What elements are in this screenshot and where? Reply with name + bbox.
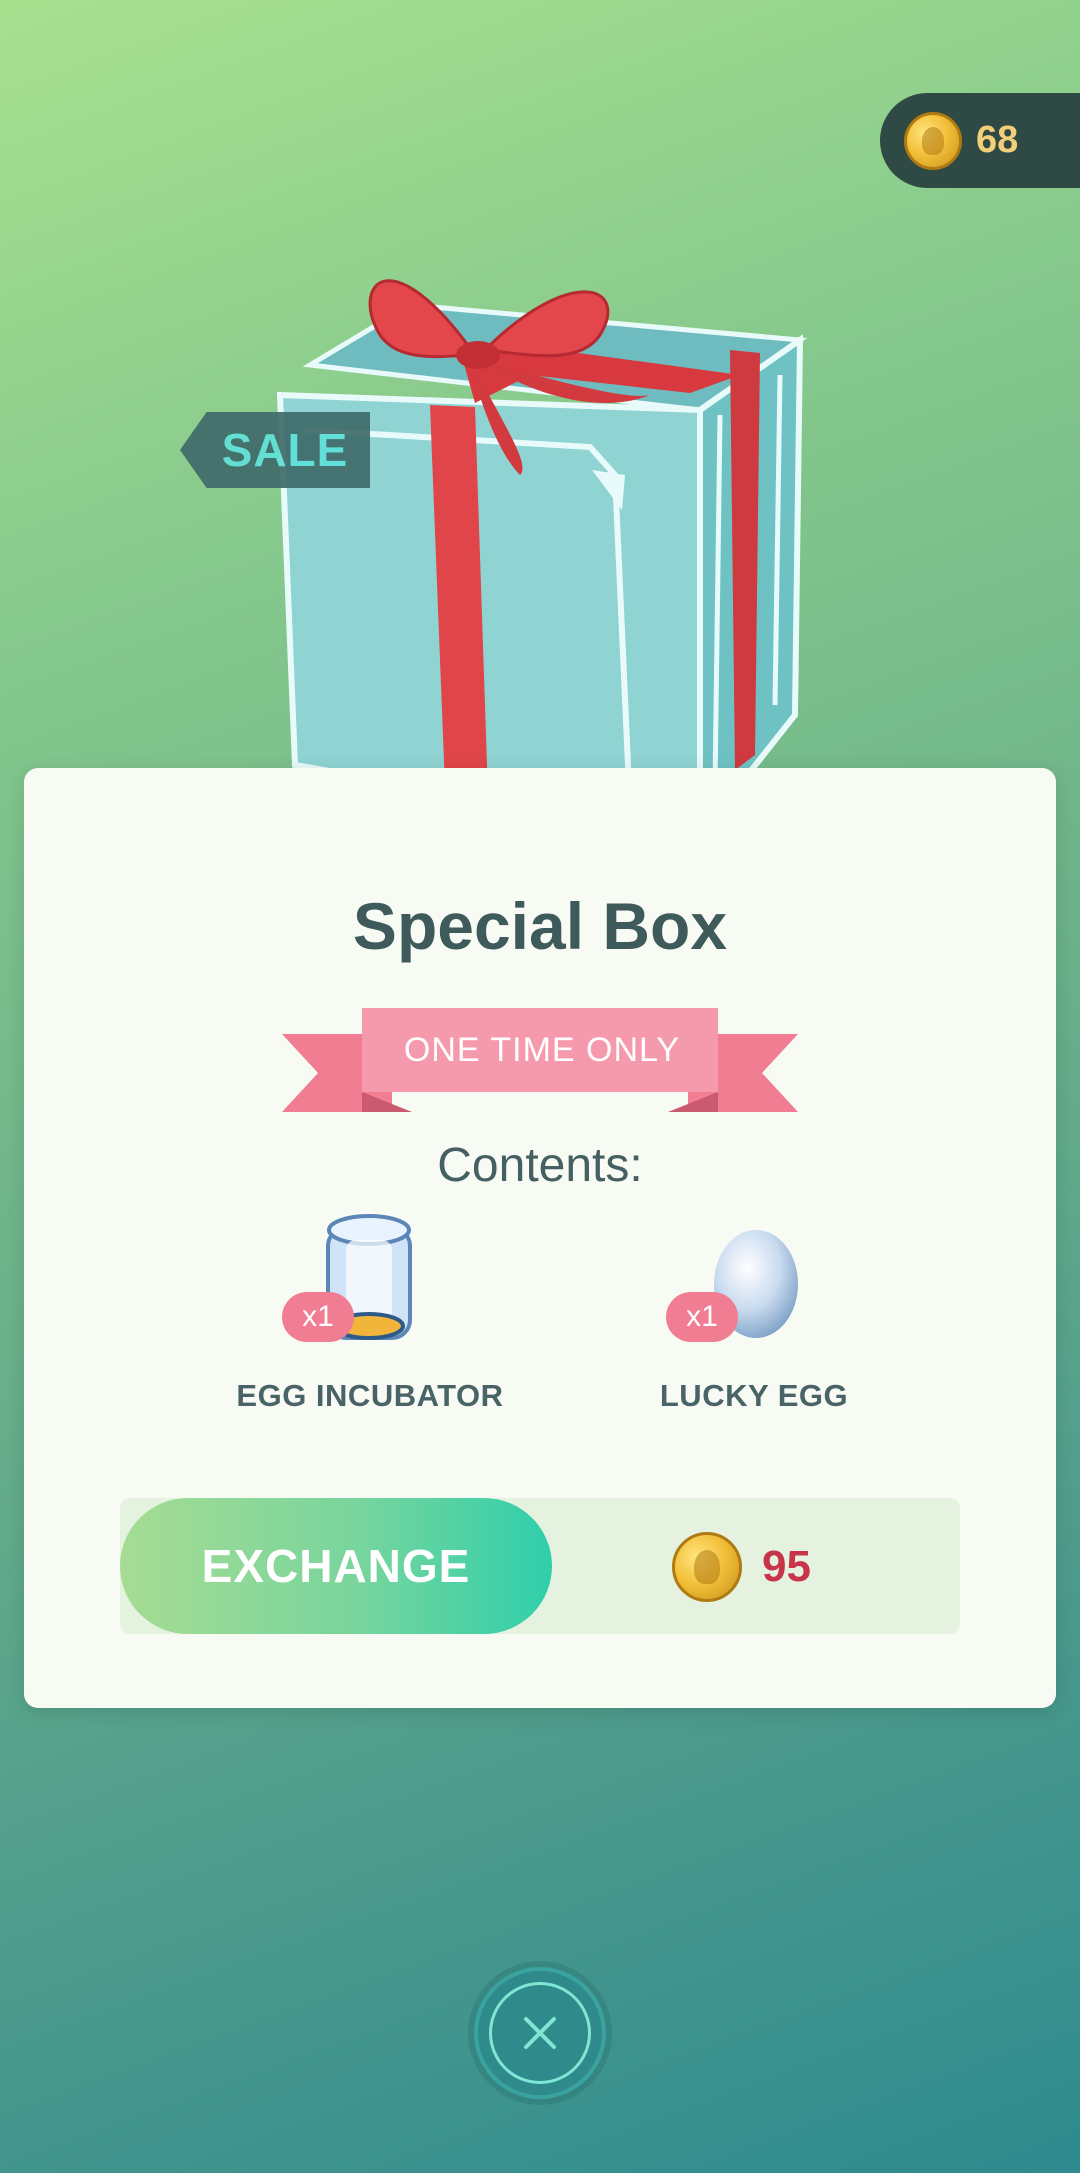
price-display: 95 <box>672 1532 811 1602</box>
purchase-bar: EXCHANGE 95 <box>120 1498 960 1634</box>
price-value: 95 <box>762 1542 811 1591</box>
item-title: Special Box <box>352 889 728 963</box>
gift-box-image <box>276 279 808 845</box>
pokecoin-icon <box>672 1532 742 1602</box>
one-time-only-label: ONE TIME ONLY <box>403 1030 681 1069</box>
item-detail-card: Special Box ONE TIME ONLY Contents: x1 E… <box>24 768 1056 1708</box>
pokecoin-icon <box>904 111 962 170</box>
close-button[interactable] <box>474 1967 606 2099</box>
sale-tag: SALE <box>180 412 370 488</box>
coin-balance-value: 68 <box>976 119 1019 161</box>
coin-balance[interactable]: 68 <box>880 93 1080 188</box>
egg-incubator-quantity: x1 <box>282 1292 354 1342</box>
sale-label: SALE <box>221 424 349 476</box>
lucky-egg-label: LUCKY EGG <box>659 1378 849 1413</box>
exchange-button[interactable]: EXCHANGE <box>120 1498 552 1634</box>
egg-incubator-label: EGG INCUBATOR <box>236 1378 504 1413</box>
lucky-egg-quantity: x1 <box>666 1292 738 1342</box>
close-button-ring <box>489 1982 591 2084</box>
content-item-lucky-egg: x1 LUCKY EGG <box>604 1208 904 1413</box>
close-icon <box>524 2017 556 2049</box>
content-item-egg-incubator: x1 EGG INCUBATOR <box>220 1208 520 1413</box>
contents-heading: Contents: <box>437 1139 643 1192</box>
